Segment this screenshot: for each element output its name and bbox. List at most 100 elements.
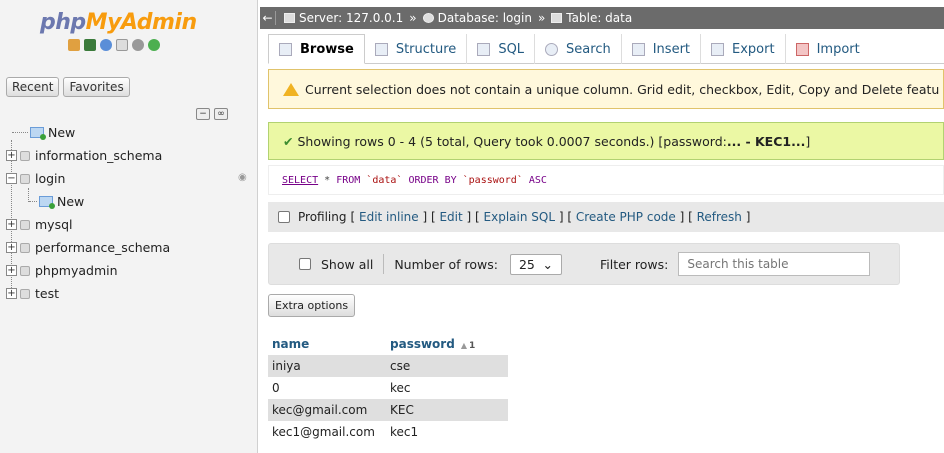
breadcrumb-separator: » — [409, 11, 417, 25]
logo-myadmin-text: MyAdmin — [85, 10, 197, 35]
collapse-nav-arrow-icon[interactable]: ← — [260, 11, 276, 25]
tab-structure[interactable]: Structure — [365, 34, 468, 64]
tree-item-test[interactable]: + test — [6, 286, 59, 301]
database-icon — [20, 150, 30, 161]
sql-orderby-keyword: ORDER BY — [408, 174, 457, 186]
tree-item-phpmyadmin[interactable]: + phpmyadmin — [6, 263, 118, 278]
docs-icon[interactable] — [116, 39, 128, 51]
extra-options-button[interactable]: Extra options — [268, 294, 356, 317]
column-header-name[interactable]: name — [268, 332, 386, 355]
phpmyadmin-logo[interactable]: phpMyAdmin — [40, 10, 197, 35]
navigation-panel: phpMyAdmin Recent Favorites − ∞ New + inf… — [0, 0, 258, 453]
settings-gear-icon[interactable] — [132, 39, 144, 51]
breadcrumb-server-label: Server: 127.0.0.1 — [299, 11, 404, 25]
profiling-checkbox[interactable] — [278, 211, 290, 223]
tree-item-information-schema[interactable]: + information_schema — [6, 148, 162, 163]
logo-php-text: php — [40, 10, 86, 35]
column-header-label: name — [272, 336, 310, 351]
edit-link[interactable]: Edit — [439, 210, 462, 224]
database-icon — [20, 288, 30, 299]
breadcrumb-table[interactable]: Table: data — [551, 11, 632, 25]
recent-tab[interactable]: Recent — [6, 77, 60, 97]
tree-item-login[interactable]: − login — [6, 171, 65, 186]
collapse-icon[interactable]: − — [6, 173, 17, 184]
tab-label: SQL — [498, 41, 525, 57]
table-cell[interactable]: kec — [386, 377, 508, 399]
show-all-checkbox[interactable] — [299, 258, 311, 270]
divider — [383, 254, 385, 274]
tab-insert[interactable]: Insert — [622, 34, 702, 64]
link-with-main-icon[interactable]: ∞ — [214, 108, 228, 120]
checkmark-icon: ✔ — [283, 133, 294, 149]
tab-label: Export — [732, 41, 775, 57]
logout-icon[interactable] — [84, 39, 96, 51]
table-row: kec1@gmail.com kec1 — [268, 421, 508, 443]
database-icon — [20, 173, 30, 184]
table-row: iniya cse — [268, 355, 508, 377]
show-hidden-eye-icon[interactable]: ◉ — [238, 172, 247, 183]
insert-icon — [631, 42, 645, 56]
edit-inline-link[interactable]: Edit inline — [359, 210, 419, 224]
sort-ascending-icon: ▲ — [460, 340, 467, 350]
collapse-all-icon[interactable]: − — [196, 108, 210, 120]
tab-browse[interactable]: Browse — [268, 34, 365, 64]
sql-table-name: `data` — [360, 174, 409, 186]
show-all-label[interactable]: Show all — [321, 257, 373, 272]
table-cell[interactable]: kec1@gmail.com — [268, 421, 386, 443]
new-database-icon — [30, 127, 46, 140]
expand-icon[interactable]: + — [6, 242, 17, 253]
tab-label: Import — [816, 41, 860, 57]
column-header-password[interactable]: password ▲ 1 — [386, 332, 508, 355]
table-cell[interactable]: kec1 — [386, 421, 508, 443]
tree-item-label: information_schema — [35, 148, 163, 163]
query-options-bar: Profiling [ Edit inline ] [ Edit ] [ Exp… — [268, 202, 944, 232]
sql-column-name: `password` — [456, 174, 529, 186]
breadcrumb-database[interactable]: Database: login — [422, 11, 532, 25]
tree-item-label: test — [35, 286, 60, 301]
success-message-range: ... - KEC1... — [726, 133, 806, 149]
table-row: kec@gmail.com KEC — [268, 399, 508, 421]
table-cell[interactable]: 0 — [268, 377, 386, 399]
new-table-icon — [39, 196, 55, 209]
column-header-label: password — [390, 336, 455, 351]
home-icon[interactable] — [68, 39, 80, 51]
number-of-rows-select[interactable]: 25 ⌄ — [509, 253, 562, 275]
tab-sql[interactable]: SQL — [467, 34, 536, 64]
expand-icon[interactable]: + — [6, 265, 17, 276]
tab-search[interactable]: Search — [535, 34, 622, 64]
tree-item-label: login — [35, 171, 66, 186]
tree-item-new[interactable]: New — [12, 125, 75, 140]
tree-item-mysql[interactable]: + mysql — [6, 217, 73, 232]
sql-query-display[interactable]: SELECT * FROM `data` ORDER BY `password`… — [268, 165, 944, 195]
profiling-label: Profiling — [298, 210, 347, 224]
refresh-link[interactable]: Refresh — [697, 210, 742, 224]
success-message: ✔ Showing rows 0 - 4 (5 total, Query too… — [268, 122, 944, 160]
nav-icon-bar — [68, 39, 160, 51]
sql-select-keyword[interactable]: SELECT — [282, 175, 318, 186]
import-icon — [795, 42, 809, 56]
help-icon[interactable] — [100, 39, 112, 51]
tab-export[interactable]: Export — [701, 34, 786, 64]
reload-icon[interactable] — [148, 39, 160, 51]
table-cell[interactable]: cse — [386, 355, 508, 377]
filter-rows-input[interactable] — [678, 252, 871, 276]
expand-icon[interactable]: + — [6, 150, 17, 161]
expand-icon[interactable]: + — [6, 288, 17, 299]
table-cell[interactable]: iniya — [268, 355, 386, 377]
breadcrumb-server[interactable]: Server: 127.0.0.1 — [284, 11, 403, 25]
number-of-rows-label: Number of rows: — [394, 256, 498, 272]
tab-import[interactable]: Import — [786, 34, 870, 64]
breadcrumb-database-label: Database: login — [437, 11, 532, 25]
table-cell[interactable]: KEC — [386, 399, 508, 421]
create-php-code-link[interactable]: Create PHP code — [576, 210, 676, 224]
table-header-row: name password ▲ 1 — [268, 332, 508, 355]
expand-icon[interactable]: + — [6, 219, 17, 230]
warning-notice: Current selection does not contain a uni… — [268, 69, 944, 109]
explain-sql-link[interactable]: Explain SQL — [484, 210, 556, 224]
success-message-text: Showing rows 0 - 4 (5 total, Query took … — [297, 133, 727, 149]
table-cell[interactable]: kec@gmail.com — [268, 399, 386, 421]
tab-label: Structure — [395, 41, 457, 57]
tree-item-login-new[interactable]: New — [29, 194, 84, 209]
tree-item-performance-schema[interactable]: + performance_schema — [6, 240, 170, 255]
favorites-tab[interactable]: Favorites — [63, 77, 130, 97]
